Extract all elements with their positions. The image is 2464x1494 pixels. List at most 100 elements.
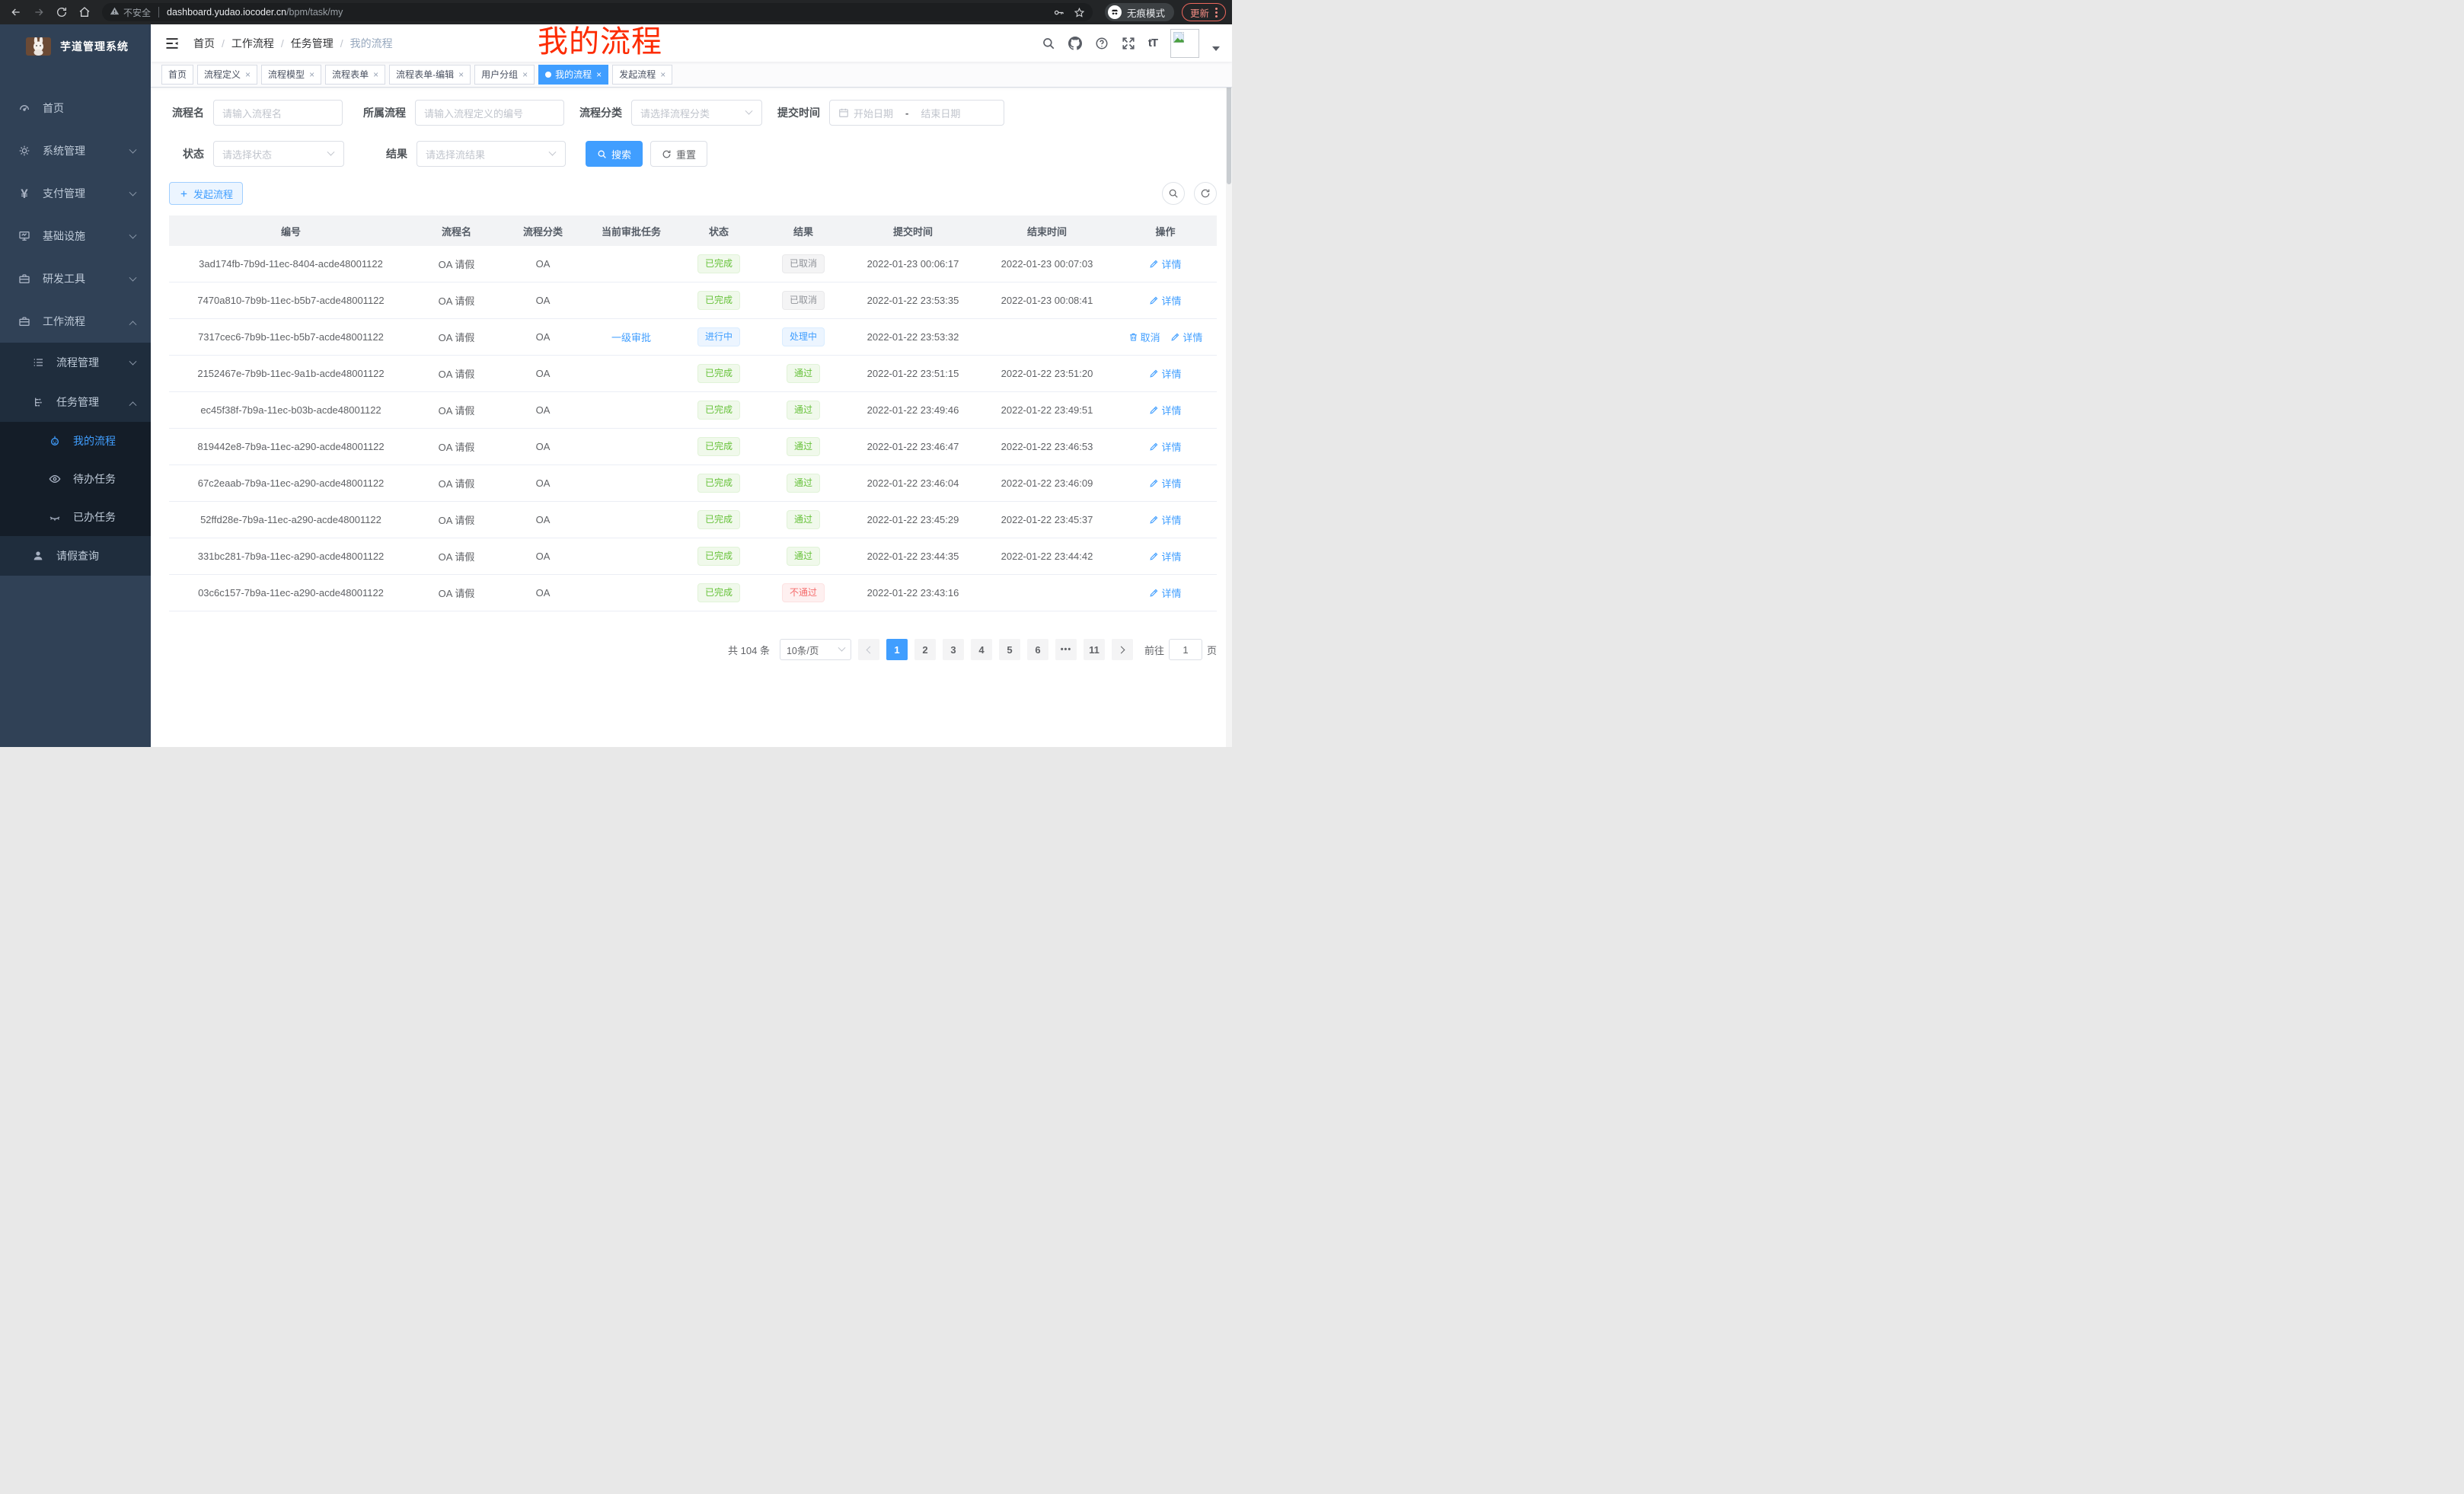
cell-name: OA 请假 [413,512,500,527]
sidebar-item-workflow[interactable]: 工作流程 [0,300,151,343]
process-name-input[interactable]: 请输入流程名 [213,100,343,126]
search-button[interactable]: 搜索 [586,141,643,167]
filter-row-1: 流程名 请输入流程名 所属流程 请输入流程定义的编号 流程分类 请选择流程分类 … [169,100,1217,126]
detail-link[interactable]: 详情 [1149,366,1181,381]
page-number-button[interactable]: 5 [999,639,1020,660]
browser-home-icon[interactable] [75,2,94,22]
address-bar[interactable]: 不安全 dashboard.yudao.iocoder.cn/bpm/task/… [102,3,1093,21]
result-badge: 通过 [787,474,820,493]
sidebar-item-payment[interactable]: ¥ 支付管理 [0,172,151,215]
cell-submit-time: 2022-01-22 23:44:35 [846,551,980,562]
breadcrumb-home[interactable]: 首页 [193,36,215,51]
sidebar-item-home[interactable]: 首页 [0,87,151,129]
tab[interactable]: 我的流程 × [538,65,608,85]
browser-update-button[interactable]: 更新 [1182,3,1226,21]
tab-close-icon[interactable]: × [245,69,251,80]
tab-close-icon[interactable]: × [458,69,464,80]
tab-close-icon[interactable]: × [522,69,528,80]
tab[interactable]: 发起流程 × [612,65,672,85]
tab-close-icon[interactable]: × [660,69,665,80]
font-size-icon[interactable]: tT [1148,37,1157,49]
help-icon[interactable] [1095,37,1109,50]
fullscreen-icon[interactable] [1122,37,1135,50]
breadcrumb-current: 我的流程 [350,36,393,51]
goto-page-input[interactable]: 1 [1169,639,1202,660]
page-number-button[interactable]: 2 [914,639,936,660]
tab[interactable]: 流程表单 × [325,65,385,85]
sidebar-item-leave-query[interactable]: 请假查询 [0,536,151,576]
detail-link[interactable]: 详情 [1149,549,1181,563]
detail-link[interactable]: 详情 [1149,439,1181,454]
sidebar-item-process-mgmt[interactable]: 流程管理 [0,343,151,382]
breadcrumb-task-mgmt[interactable]: 任务管理 [291,36,334,51]
page-number-button[interactable]: 1 [886,639,908,660]
submit-time-range-picker[interactable]: 开始日期 - 结束日期 [829,100,1004,126]
browser-menu-icon[interactable] [1215,8,1218,18]
category-select[interactable]: 请选择流程分类 [631,100,762,126]
detail-link[interactable]: 详情 [1170,330,1202,344]
breadcrumb-workflow[interactable]: 工作流程 [231,36,274,51]
tab[interactable]: 流程表单-编辑 × [389,65,471,85]
password-key-icon[interactable] [1053,7,1064,18]
table-row: 7317cec6-7b9b-11ec-b5b7-acde48001122 OA … [169,319,1217,356]
prev-page-button[interactable] [858,639,879,660]
page-number-button[interactable]: 6 [1027,639,1048,660]
tab-label: 流程模型 [268,68,305,81]
bookmark-star-icon[interactable] [1074,7,1085,18]
page-number-button[interactable]: ••• [1055,639,1077,660]
tab-close-icon[interactable]: × [309,69,314,80]
page-number-button[interactable]: 4 [971,639,992,660]
show-search-toggle-button[interactable] [1162,182,1185,205]
edit-pen-icon [1149,259,1159,269]
page-size-select[interactable]: 10条/页 [780,639,851,660]
current-task-link[interactable]: 一级审批 [611,330,651,344]
browser-back-icon[interactable] [6,2,26,22]
sidebar-item-done-tasks[interactable]: 已办任务 [0,498,151,536]
filter-label-name: 流程名 [169,105,213,120]
refresh-table-button[interactable] [1194,182,1217,205]
github-icon[interactable] [1068,37,1082,50]
sidebar-fold-icon[interactable] [164,36,180,51]
tab[interactable]: 流程模型 × [261,65,321,85]
browser-reload-icon[interactable] [52,2,72,22]
result-select[interactable]: 请选择流结果 [417,141,566,167]
tab[interactable]: 流程定义 × [197,65,257,85]
caret-down-icon[interactable] [1212,46,1220,51]
process-key-input[interactable]: 请输入流程定义的编号 [415,100,564,126]
tab[interactable]: 首页 [161,65,193,85]
tab-close-icon[interactable]: × [373,69,378,80]
status-select[interactable]: 请选择状态 [213,141,344,167]
tab[interactable]: 用户分组 × [474,65,535,85]
scrollbar[interactable] [1226,24,1232,747]
cancel-link[interactable]: 取消 [1128,330,1160,344]
avatar[interactable] [1170,29,1199,58]
sidebar-item-devtools[interactable]: 研发工具 [0,257,151,300]
sidebar-item-infra[interactable]: 基础设施 [0,215,151,257]
tab-close-icon[interactable]: × [596,69,602,80]
create-process-button[interactable]: 发起流程 [169,182,243,205]
browser-forward-icon[interactable] [29,2,49,22]
chevron-down-icon [130,145,136,157]
next-page-button[interactable] [1112,639,1133,660]
sidebar-item-system[interactable]: 系统管理 [0,129,151,172]
browser-toolbar: 不安全 dashboard.yudao.iocoder.cn/bpm/task/… [0,0,1232,24]
url-host: dashboard.yudao.iocoder.cn [167,7,286,18]
detail-link[interactable]: 详情 [1149,403,1181,417]
cell-submit-time: 2022-01-22 23:53:35 [846,295,980,306]
detail-link[interactable]: 详情 [1149,512,1181,527]
cell-submit-time: 2022-01-22 23:49:46 [846,404,980,416]
toolbox-icon [18,273,30,285]
sidebar-item-todo-tasks[interactable]: 待办任务 [0,460,151,498]
detail-link[interactable]: 详情 [1149,293,1181,308]
result-badge: 通过 [787,547,820,567]
detail-link[interactable]: 详情 [1149,586,1181,600]
header-search-icon[interactable] [1042,37,1055,50]
security-label[interactable]: 不安全 [123,6,151,19]
page-number-button[interactable]: 3 [943,639,964,660]
detail-link[interactable]: 详情 [1149,257,1181,271]
sidebar-item-my-process[interactable]: 我的流程 [0,422,151,460]
reset-button[interactable]: 重置 [650,141,707,167]
detail-link[interactable]: 详情 [1149,476,1181,490]
sidebar-item-task-mgmt[interactable]: 任务管理 [0,382,151,422]
page-number-button[interactable]: 11 [1084,639,1105,660]
